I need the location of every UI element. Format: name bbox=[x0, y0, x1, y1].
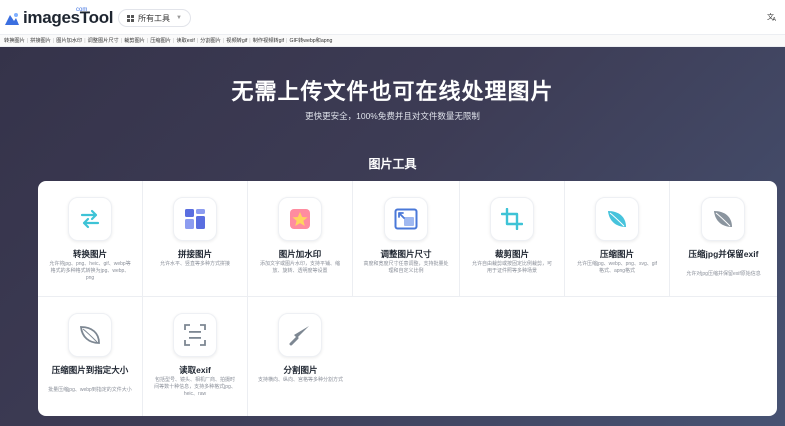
subnav-link[interactable]: 拼接图片 bbox=[30, 37, 51, 44]
subnav-link[interactable]: 转换图片 bbox=[4, 37, 25, 44]
tool-desc: 允许压缩jpg、webp、png、svg、gif格式、apng格式 bbox=[576, 261, 658, 274]
subnav-separator: | bbox=[172, 37, 175, 44]
tool-name: 图片加水印 bbox=[278, 249, 322, 259]
subnav-separator: | bbox=[146, 37, 149, 44]
subnav-separator: | bbox=[222, 37, 225, 44]
tool-desc: 批量压缩jpg、webp到指定的文件大小 bbox=[48, 387, 132, 393]
tool-desc: 允许将jpg、png、heic、gif、webp等格式的多种格式转换为jpg、w… bbox=[49, 261, 131, 281]
svg-text:A: A bbox=[773, 17, 777, 21]
chevron-down-icon: ▼ bbox=[176, 15, 182, 21]
tool-name: 压缩jpg并保留exif bbox=[688, 249, 759, 259]
subnav-separator: | bbox=[26, 37, 29, 44]
convert-arrows-icon bbox=[68, 197, 112, 241]
tool-split[interactable]: 分割图片 支持横向、纵向、宫格等多种分割方式 bbox=[248, 297, 353, 416]
tool-collage[interactable]: 拼接图片 允许水平、竖直等多种方式拼接 bbox=[143, 181, 248, 297]
translate-icon[interactable]: 文 A bbox=[767, 12, 777, 23]
subnav-separator: | bbox=[286, 37, 288, 44]
tool-desc: 允许水平、竖直等多种方式拼接 bbox=[159, 261, 230, 267]
tool-desc: 允许自由裁剪或按固定比例裁剪，可用于证件照等多种场景 bbox=[471, 261, 552, 274]
subnav-link[interactable]: 读取exif bbox=[176, 37, 194, 44]
subnav-separator: | bbox=[84, 37, 86, 44]
tool-name: 裁剪图片 bbox=[494, 249, 529, 259]
all-tools-label: 所有工具 bbox=[138, 13, 170, 23]
tool-compress[interactable]: 压缩图片 允许压缩jpg、webp、png、svg、gif格式、apng格式 bbox=[565, 181, 670, 297]
tool-name: 分割图片 bbox=[283, 365, 318, 375]
hero-title: 无需上传文件也可在线处理图片 bbox=[231, 79, 554, 104]
subnav-link[interactable]: 裁剪图片 bbox=[124, 37, 145, 44]
subnav-link[interactable]: 制作视频转gif bbox=[253, 37, 284, 44]
compress-exif-leaf-icon bbox=[701, 197, 745, 241]
crop-icon bbox=[490, 197, 534, 241]
tool-compress-exif[interactable]: 压缩jpg并保留exif 允许对jpg压缩并保留exif原始信息 bbox=[670, 181, 777, 297]
tool-name: 压缩图片到指定大小 bbox=[51, 365, 129, 375]
subnav-link[interactable]: 视频转gif bbox=[226, 37, 247, 44]
hero-subtitle: 更快更安全，100%免费并且对文件数量无限制 bbox=[305, 111, 480, 121]
tool-desc: 包括型号、镜头、相机厂商、拍摄时间等数十种信息，支持多种格式jpg、heic、r… bbox=[154, 377, 236, 397]
knife-icon bbox=[278, 313, 322, 357]
top-bar: imagesTool com 所有工具 ▼ 文 A bbox=[0, 0, 785, 34]
logo-mark-icon bbox=[4, 11, 20, 27]
collage-icon bbox=[173, 197, 217, 241]
grid-icon bbox=[127, 14, 134, 22]
tool-name: 调整图片尺寸 bbox=[380, 249, 432, 259]
subnav-separator: | bbox=[52, 37, 55, 44]
subnav-link[interactable]: 调整图片尺寸 bbox=[88, 37, 119, 44]
tool-watermark[interactable]: 图片加水印 添加文字或图片水印，支持平铺、缩放、旋转、透明度等设置 bbox=[248, 181, 353, 297]
logo-text: imagesTool bbox=[23, 8, 114, 27]
watermark-star-icon bbox=[278, 197, 322, 241]
section-title: 图片工具 bbox=[368, 157, 417, 171]
tool-convert[interactable]: 转换图片 允许将jpg、png、heic、gif、webp等格式的多种格式转换为… bbox=[38, 181, 143, 297]
compress-size-leaf-icon bbox=[68, 313, 112, 357]
tool-desc: 高度和宽度尺寸任意调整，支持批量处理和自定义比例 bbox=[363, 261, 449, 274]
tool-name: 转换图片 bbox=[72, 249, 107, 259]
subnav-separator: | bbox=[120, 37, 123, 44]
all-tools-dropdown[interactable]: 所有工具 ▼ bbox=[118, 9, 191, 27]
tool-resize[interactable]: 调整图片尺寸 高度和宽度尺寸任意调整，支持批量处理和自定义比例 bbox=[353, 181, 460, 297]
tool-name: 读取exif bbox=[179, 365, 211, 375]
compress-leaf-icon bbox=[595, 197, 639, 241]
tool-crop[interactable]: 裁剪图片 允许自由裁剪或按固定比例裁剪，可用于证件照等多种场景 bbox=[460, 181, 565, 297]
tool-desc: 支持横向、纵向、宫格等多种分割方式 bbox=[258, 377, 344, 383]
subnav-separator: | bbox=[249, 37, 251, 44]
tool-name: 压缩图片 bbox=[599, 249, 634, 259]
subnav-link[interactable]: 压缩图片 bbox=[150, 37, 171, 44]
tool-desc: 允许对jpg压缩并保留exif原始信息 bbox=[686, 271, 761, 277]
resize-icon bbox=[384, 197, 428, 241]
subnav-link[interactable]: GIF转webp和apng bbox=[289, 37, 332, 44]
subnav-link[interactable]: 图片加水印 bbox=[56, 37, 82, 44]
site-logo[interactable]: imagesTool com bbox=[4, 7, 114, 27]
tool-name: 拼接图片 bbox=[177, 249, 212, 259]
subnav-link[interactable]: 分割图片 bbox=[200, 37, 221, 44]
tool-compress-size[interactable]: 压缩图片到指定大小 批量压缩jpg、webp到指定的文件大小 bbox=[38, 297, 143, 416]
tools-card: 转换图片 允许将jpg、png、heic、gif、webp等格式的多种格式转换为… bbox=[38, 181, 777, 416]
hero-section: 无需上传文件也可在线处理图片 更快更安全，100%免费并且对文件数量无限制 图片… bbox=[0, 47, 785, 426]
scan-exif-icon bbox=[173, 313, 217, 357]
tools-subnav: 转换图片 | 拼接图片 | 图片加水印 | 调整图片尺寸 | 裁剪图片 | 压缩图片 | 读取exif |… bbox=[0, 34, 785, 47]
logo-domain-suffix: com bbox=[76, 7, 88, 13]
tool-read-exif[interactable]: 读取exif 包括型号、镜头、相机厂商、拍摄时间等数十种信息，支持多种格式jpg… bbox=[143, 297, 248, 416]
subnav-separator: | bbox=[196, 37, 199, 44]
tool-desc: 添加文字或图片水印，支持平铺、缩放、旋转、透明度等设置 bbox=[259, 261, 340, 274]
